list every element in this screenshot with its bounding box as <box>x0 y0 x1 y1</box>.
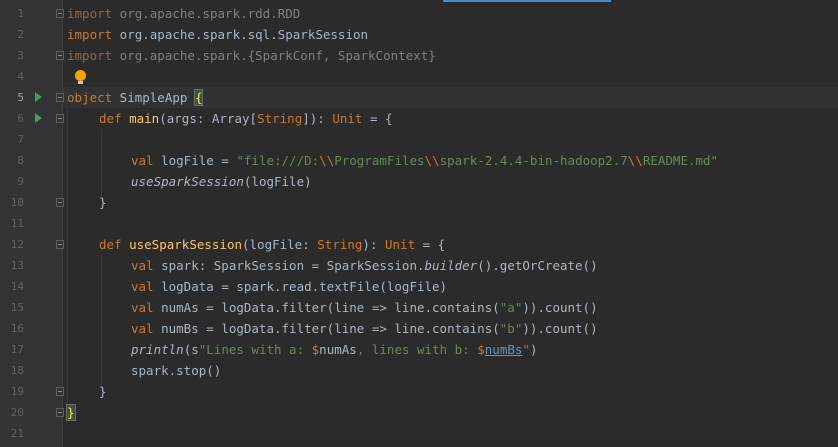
line-number: 14 <box>10 280 24 293</box>
code-line[interactable]: val logFile = "file:///D:\\ProgramFiles\… <box>131 150 718 171</box>
line-number: 18 <box>10 364 24 377</box>
line-number: 12 <box>10 238 24 251</box>
code-line[interactable]: val spark: SparkSession = SparkSession.b… <box>131 255 598 276</box>
line-number: 15 <box>10 301 24 314</box>
indent-guide <box>101 255 102 390</box>
fold-icon[interactable] <box>56 408 64 417</box>
run-icon[interactable] <box>35 92 42 102</box>
code-line[interactable]: val numBs = logData.filter(line => line.… <box>131 318 598 339</box>
line-number: 2 <box>17 28 24 41</box>
code-line[interactable]: import org.apache.spark.sql.SparkSession <box>67 24 368 45</box>
line-number: 11 <box>10 217 24 230</box>
fold-icon[interactable] <box>56 114 64 123</box>
line-number: 1 <box>17 7 24 20</box>
code-line[interactable]: useSparkSession(logFile) <box>131 171 312 192</box>
code-line[interactable]: } <box>66 402 76 423</box>
line-number: 13 <box>10 259 24 272</box>
line-number: 8 <box>17 154 24 167</box>
code-line[interactable]: def main(args: Array[String]): Unit = { <box>99 108 393 129</box>
code-line[interactable]: } <box>99 381 107 402</box>
run-icon[interactable] <box>35 113 42 123</box>
line-number: 3 <box>17 49 24 62</box>
line-number: 6 <box>17 112 24 125</box>
line-number: 16 <box>10 322 24 335</box>
line-number: 5 <box>17 91 24 104</box>
lightbulb-icon[interactable] <box>75 70 86 84</box>
line-number: 17 <box>10 343 24 356</box>
code-line[interactable]: val numAs = logData.filter(line => line.… <box>131 297 598 318</box>
code-line[interactable]: def useSparkSession(logFile: String): Un… <box>99 234 445 255</box>
fold-icon[interactable] <box>56 387 64 396</box>
gutter-separator <box>62 0 63 447</box>
code-line[interactable]: import org.apache.spark.rdd.RDD <box>67 3 300 24</box>
code-line[interactable]: val logData = spark.read.textFile(logFil… <box>131 276 447 297</box>
line-number: 7 <box>17 133 24 146</box>
code-line[interactable]: object SimpleApp { <box>67 87 204 108</box>
line-number: 10 <box>10 196 24 209</box>
fold-icon[interactable] <box>56 51 64 60</box>
code-line[interactable]: import org.apache.spark.{SparkConf, Spar… <box>67 45 436 66</box>
line-number: 19 <box>10 385 24 398</box>
line-number: 9 <box>17 175 24 188</box>
line-number: 4 <box>17 70 24 83</box>
line-number: 21 <box>10 427 24 440</box>
fold-icon[interactable] <box>56 198 64 207</box>
line-number: 20 <box>10 406 24 419</box>
fold-icon[interactable] <box>56 9 64 18</box>
code-line[interactable]: println(s"Lines with a: $numAs, lines wi… <box>131 339 537 360</box>
fold-icon[interactable] <box>56 240 64 249</box>
fold-icon[interactable] <box>56 93 64 102</box>
code-line[interactable]: spark.stop() <box>131 360 221 381</box>
indent-guide <box>101 129 102 201</box>
code-editor[interactable]: 1 2 3 4 5 6 7 8 9 10 11 12 13 14 15 16 1… <box>0 0 838 447</box>
code-line[interactable]: } <box>99 192 107 213</box>
indent-guide <box>67 108 68 408</box>
tab-indicator <box>443 0 611 2</box>
